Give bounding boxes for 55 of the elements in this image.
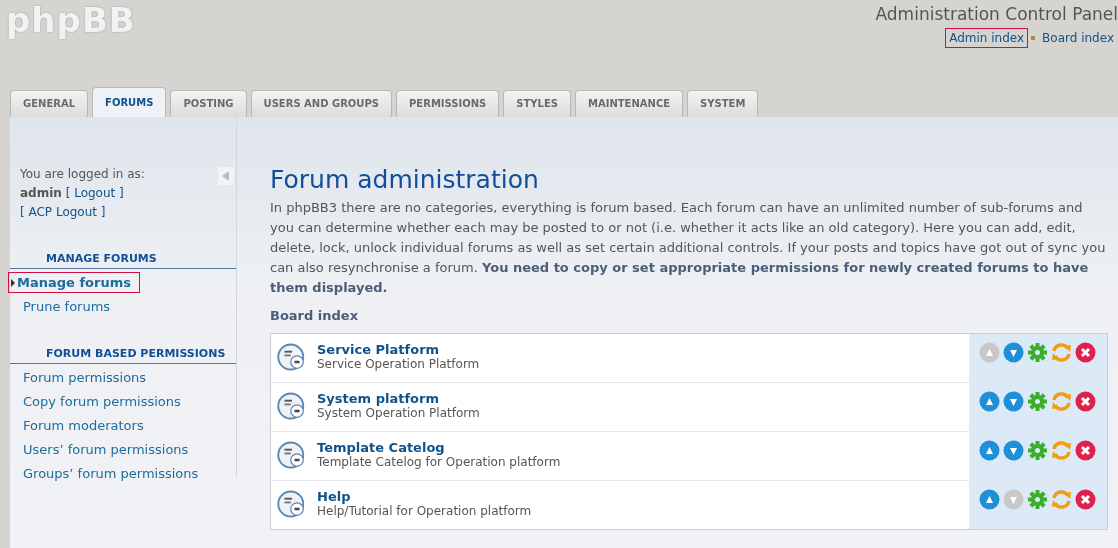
forum-name[interactable]: Help xyxy=(317,489,532,504)
forum-icon xyxy=(277,391,307,421)
sidebar-link[interactable]: Prune forums xyxy=(10,296,120,317)
forum-icon xyxy=(277,440,307,470)
move-down-icon[interactable] xyxy=(1003,342,1024,363)
sidebar-link[interactable]: Manage forums xyxy=(8,272,140,293)
nav-tab[interactable]: MAINTENANCE xyxy=(575,90,684,117)
move-down-icon[interactable] xyxy=(1003,440,1024,461)
panel-title: Administration Control Panel xyxy=(875,4,1118,24)
settings-icon[interactable] xyxy=(1027,440,1048,461)
sidebar-link[interactable]: Forum permissions xyxy=(10,367,156,388)
move-up-icon[interactable] xyxy=(979,391,1000,412)
acp-logout-link[interactable]: [ ACP Logout ] xyxy=(20,205,106,219)
board-index-heading: Board index xyxy=(270,308,360,323)
sidebar-link[interactable]: Copy forum permissions xyxy=(10,391,190,412)
nav-tab[interactable]: GENERAL xyxy=(10,90,89,117)
section-heading: MANAGE FORUMS xyxy=(10,252,236,269)
forum-name[interactable]: Service Platform xyxy=(317,342,480,357)
delete-icon[interactable] xyxy=(1075,391,1096,412)
nav-tab[interactable]: FORUMS xyxy=(92,87,167,117)
forum-description: Template Catelog for Operation platform xyxy=(317,455,561,469)
forum-description: System Operation Platform xyxy=(317,406,480,420)
nav-tab[interactable]: PERMISSIONS xyxy=(396,90,500,117)
move-down-icon[interactable] xyxy=(1003,391,1024,412)
header-link[interactable]: Board index xyxy=(1038,28,1118,48)
settings-icon[interactable] xyxy=(1027,391,1048,412)
move-up-icon[interactable] xyxy=(979,440,1000,461)
login-status: You are logged in as: xyxy=(20,167,145,181)
nav-tab[interactable]: POSTING xyxy=(170,90,247,117)
logout-link[interactable]: [ Logout ] xyxy=(65,186,124,200)
settings-icon[interactable] xyxy=(1027,342,1048,363)
forum-icon xyxy=(277,489,307,519)
nav-tab[interactable]: USERS AND GROUPS xyxy=(250,90,393,117)
description-text: In phpBB3 there are no categories, everything is forum based. Each forum can have an unlimited number of sub-forums and you can determine whether each may be posted to or not (i.e. whether it acts like an old category). Here you can add, edit, delete, lock, unlock individual forums as well as set certain additional controls. If your posts and topics have got out of sync you can also resynchronise a forum. You need to copy or set appropriate permissions for newly created forums to have them displayed. xyxy=(270,199,1107,297)
section-heading: FORUM BASED PERMISSIONS xyxy=(10,347,236,364)
delete-icon[interactable] xyxy=(1075,440,1096,461)
sidebar-link[interactable]: Groups’ forum permissions xyxy=(10,463,208,484)
bullet-icon xyxy=(1031,36,1036,40)
nav-tab[interactable]: STYLES xyxy=(503,90,571,117)
forum-name[interactable]: System platform xyxy=(317,391,480,406)
page-heading: Forum administration xyxy=(270,165,540,194)
forum-icon xyxy=(277,342,307,372)
username: admin xyxy=(20,186,62,200)
delete-icon[interactable] xyxy=(1075,342,1096,363)
settings-icon[interactable] xyxy=(1027,489,1048,510)
header-link[interactable]: Admin index xyxy=(945,28,1029,48)
forum-name[interactable]: Template Catelog xyxy=(317,440,561,455)
pointer-icon xyxy=(11,278,15,287)
delete-icon[interactable] xyxy=(1075,489,1096,510)
sidebar-link[interactable]: Users’ forum permissions xyxy=(10,439,198,460)
nav-tab[interactable]: SYSTEM xyxy=(687,90,759,117)
forum-description: Service Operation Platform xyxy=(317,357,480,371)
move-up-icon[interactable] xyxy=(979,489,1000,510)
forum-description: Help/Tutorial for Operation platform xyxy=(317,504,532,518)
sidebar-link[interactable]: Forum moderators xyxy=(10,415,153,436)
